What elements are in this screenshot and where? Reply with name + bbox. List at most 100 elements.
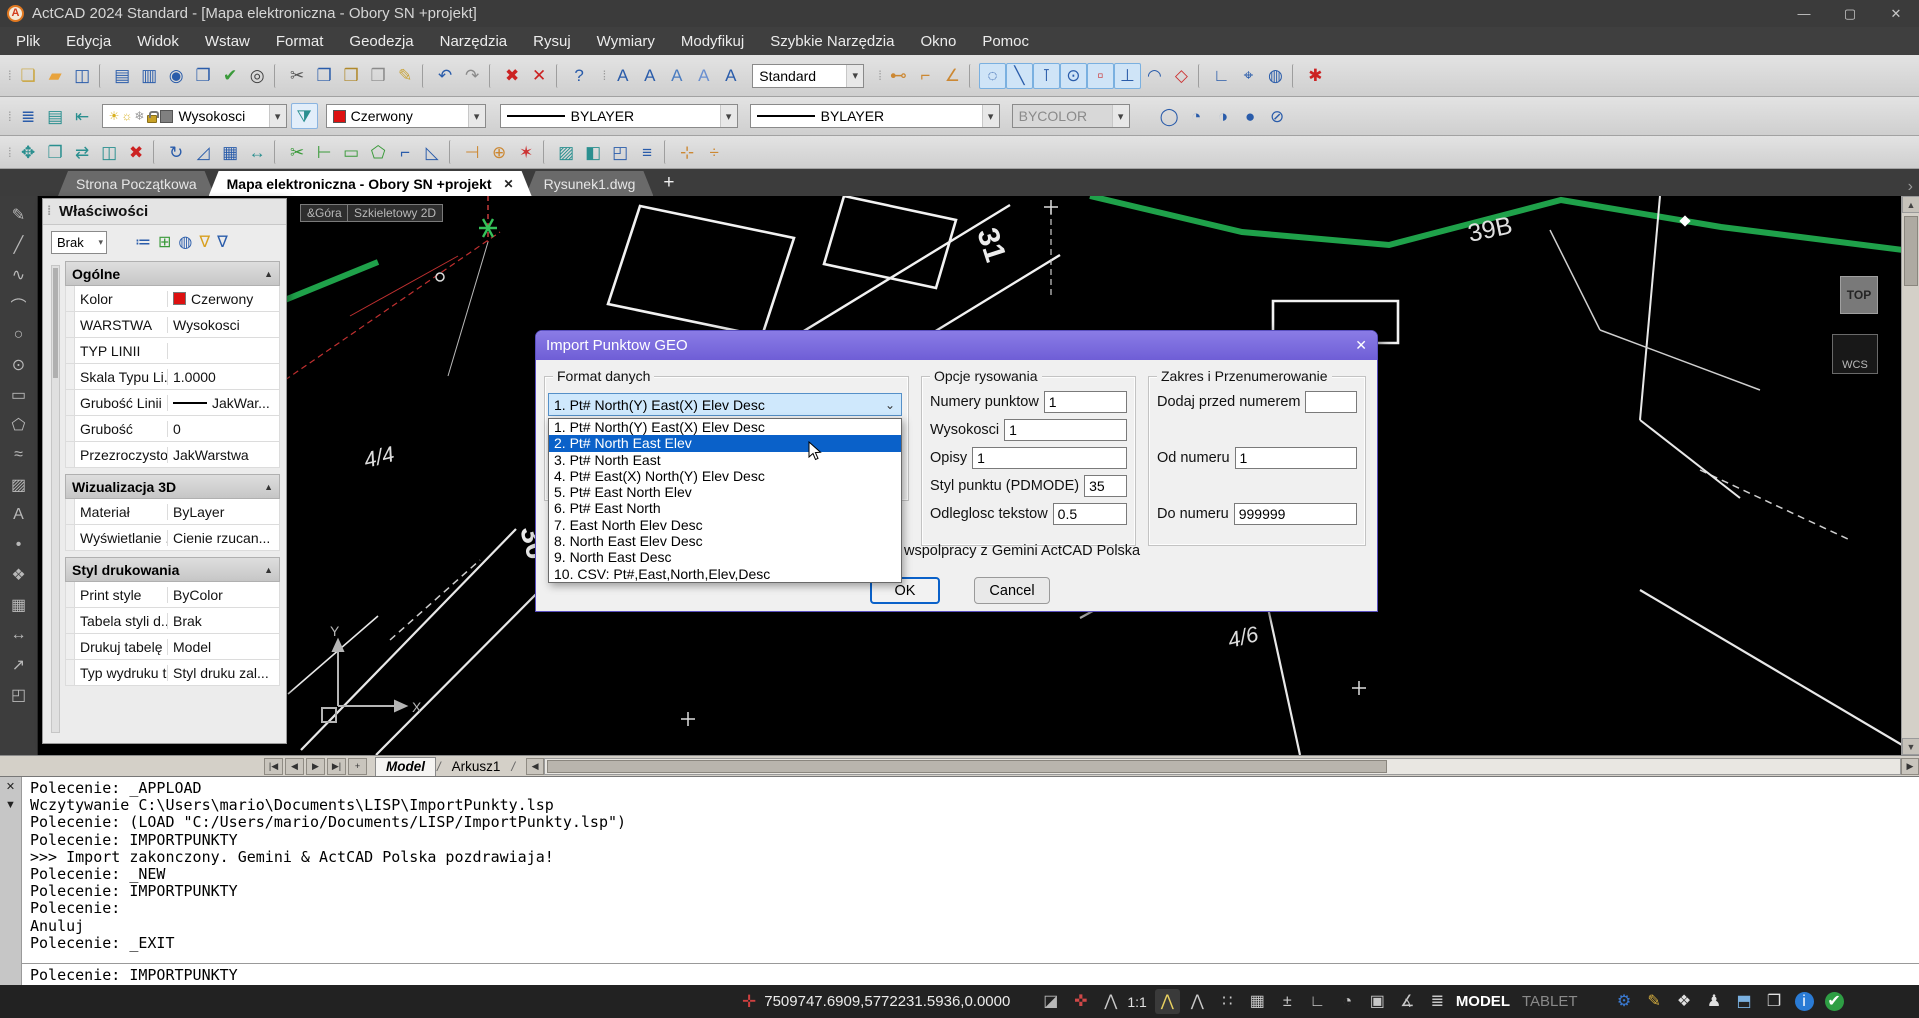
layout-tab-arkusz1[interactable]: Arkusz1 xyxy=(442,757,511,776)
section-header-3d[interactable]: Wizualizacja 3D ▲ xyxy=(65,474,280,499)
snap-line-icon[interactable]: ╲ xyxy=(1006,63,1033,89)
snap-center-icon[interactable]: ⊙ xyxy=(1060,63,1087,89)
snap-midpoint-icon[interactable]: ⊺ xyxy=(1033,63,1060,89)
property-value[interactable]: Model xyxy=(168,639,279,655)
copy-object-icon[interactable]: ❐ xyxy=(42,139,69,165)
polyline-icon[interactable]: ∿ xyxy=(4,260,34,290)
shapes-icon[interactable]: ❖ xyxy=(1672,989,1697,1014)
new-file-icon[interactable]: ❏ xyxy=(15,63,42,89)
menu-item[interactable]: Modyfikuj xyxy=(681,33,744,50)
layout-nav-button[interactable]: |◀ xyxy=(264,758,283,775)
tab-scroll-right-icon[interactable]: › xyxy=(1908,178,1913,196)
collapse-icon[interactable]: ▲ xyxy=(264,269,273,279)
color-combo[interactable]: Czerwony ▾ xyxy=(326,104,486,128)
text-color-icon[interactable]: A xyxy=(717,63,744,89)
shade-realistic-icon[interactable]: ● xyxy=(1237,103,1264,129)
region-icon[interactable]: ◰ xyxy=(4,680,34,710)
layer-combo[interactable]: ☀ ☼ ❄ Wysokosci ▾ xyxy=(102,104,287,128)
tablet-toggle[interactable]: TABLET xyxy=(1522,993,1578,1010)
hscroll-left-icon[interactable]: ◀ xyxy=(526,758,544,775)
move-icon[interactable]: ✥ xyxy=(15,139,42,165)
menu-item[interactable]: Okno xyxy=(920,33,956,50)
dropdown-option[interactable]: 3. Pt# North East xyxy=(549,452,901,468)
info-icon[interactable]: i xyxy=(1792,989,1817,1014)
dialog-field-input[interactable] xyxy=(972,447,1127,469)
text-icon[interactable]: A xyxy=(4,500,34,530)
paste-block-icon[interactable]: ❒ xyxy=(365,63,392,89)
property-value[interactable]: Wysokosci xyxy=(168,317,279,333)
dialog-field-input[interactable] xyxy=(1235,447,1357,469)
stretch-icon[interactable]: ↔ xyxy=(244,139,271,165)
tripod-light-icon[interactable]: ⋀ xyxy=(1155,989,1180,1014)
ortho-toggle-icon[interactable]: ∟ xyxy=(1208,63,1235,89)
wcs-indicator[interactable]: WCS xyxy=(1832,334,1878,374)
chevron-down-icon[interactable]: ▾ xyxy=(846,65,863,87)
props-quickselect-icon[interactable]: ≔ xyxy=(135,232,151,252)
dropdown-option[interactable]: 5. Pt# East North Elev xyxy=(549,484,901,500)
tripod-brush-icon[interactable]: ⋀ xyxy=(1185,989,1210,1014)
divide-icon[interactable]: ÷ xyxy=(701,139,728,165)
scroll-down-icon[interactable]: ▼ xyxy=(1902,738,1919,755)
explode-icon[interactable]: ✶ xyxy=(513,139,540,165)
copy-icon[interactable]: ❐ xyxy=(311,63,338,89)
menu-item[interactable]: Pomoc xyxy=(982,33,1029,50)
mirror-icon[interactable]: ◫ xyxy=(96,139,123,165)
align-icon[interactable]: ≡ xyxy=(634,139,661,165)
dialog-field-input[interactable] xyxy=(1234,503,1357,525)
person-icon[interactable]: ♟ xyxy=(1702,989,1727,1014)
chevron-down-icon[interactable]: ▾ xyxy=(982,105,999,127)
shade-off-icon[interactable]: ⊘ xyxy=(1264,103,1291,129)
canvas-vertical-scrollbar[interactable]: ▲ ▼ xyxy=(1901,196,1919,755)
menu-item[interactable]: Geodezja xyxy=(349,33,413,50)
line-icon[interactable]: ╱ xyxy=(4,230,34,260)
purge-icon[interactable]: ✕ xyxy=(526,63,553,89)
layout-nav-button[interactable]: + xyxy=(348,758,367,775)
lineweight-display-icon[interactable]: ≣ xyxy=(1425,989,1450,1014)
command-input[interactable] xyxy=(30,966,1919,984)
spline-icon[interactable]: ≈ xyxy=(4,440,34,470)
menu-item[interactable]: Plik xyxy=(16,33,40,50)
dropdown-option[interactable]: 8. North East Elev Desc xyxy=(549,533,901,549)
break-icon[interactable]: ⊣ xyxy=(459,139,486,165)
page-setup-icon[interactable]: ❐ xyxy=(190,63,217,89)
osnap-settings-icon[interactable]: ⌖ xyxy=(1235,63,1262,89)
draw-pencil-icon[interactable]: ✎ xyxy=(4,200,34,230)
model-tab[interactable]: Model xyxy=(375,757,436,776)
extend-icon[interactable]: ⊢ xyxy=(311,139,338,165)
property-value[interactable]: JakWar... xyxy=(168,395,279,411)
print-preview-icon[interactable]: ◉ xyxy=(163,63,190,89)
paste-icon[interactable]: ❒ xyxy=(338,63,365,89)
chevron-down-icon[interactable]: ▾ xyxy=(468,105,485,127)
selection-filter-combo[interactable]: Brak ▾ xyxy=(51,231,107,254)
annotation-scale[interactable]: 1:1 xyxy=(1127,994,1146,1010)
dropdown-option[interactable]: 2. Pt# North East Elev xyxy=(549,435,901,451)
open-folder-icon[interactable]: ▰ xyxy=(42,63,69,89)
layout-nav-button[interactable]: ▶| xyxy=(327,758,346,775)
esnap-icon[interactable]: ▣ xyxy=(1365,989,1390,1014)
model-space-toggle[interactable]: MODEL xyxy=(1456,993,1510,1010)
property-value[interactable]: 0 xyxy=(168,421,279,437)
dialog-close-icon[interactable]: ✕ xyxy=(1355,337,1367,354)
property-value[interactable]: Styl druku zal... xyxy=(168,665,279,681)
snap-circle-icon[interactable]: ◌ xyxy=(979,63,1006,89)
snap-marker-icon[interactable]: ✜ xyxy=(1068,989,1093,1014)
cancel-button[interactable]: Cancel xyxy=(974,577,1050,604)
snap-tangent-icon[interactable]: ◠ xyxy=(1141,63,1168,89)
property-value[interactable]: ByColor xyxy=(168,587,279,603)
property-value[interactable]: Cienie rzucan... xyxy=(168,530,279,546)
grid-dots-icon[interactable]: ∷ xyxy=(1215,989,1240,1014)
dialog-field-input[interactable] xyxy=(1305,391,1357,413)
new-tab-button[interactable]: + xyxy=(663,172,674,194)
polygon-icon[interactable]: ⬠ xyxy=(4,410,34,440)
spell-check-icon[interactable]: ✔ xyxy=(217,63,244,89)
erase-object-icon[interactable]: ✖ xyxy=(123,139,150,165)
document-tab[interactable]: Mapa elektroniczna - Obory SN +projekt ✕ xyxy=(209,171,532,196)
menu-item[interactable]: Wymiary xyxy=(597,33,655,50)
collapse-icon[interactable]: ▲ xyxy=(264,482,273,492)
props-filter-icon[interactable]: ∇ xyxy=(217,232,228,252)
ellipse-icon[interactable]: ⊙ xyxy=(4,350,34,380)
scrollbar-thumb[interactable] xyxy=(53,268,58,378)
rotate-icon[interactable]: ↻ xyxy=(163,139,190,165)
layout-nav-button[interactable]: ◀ xyxy=(285,758,304,775)
match-properties-icon[interactable]: ✎ xyxy=(392,63,419,89)
